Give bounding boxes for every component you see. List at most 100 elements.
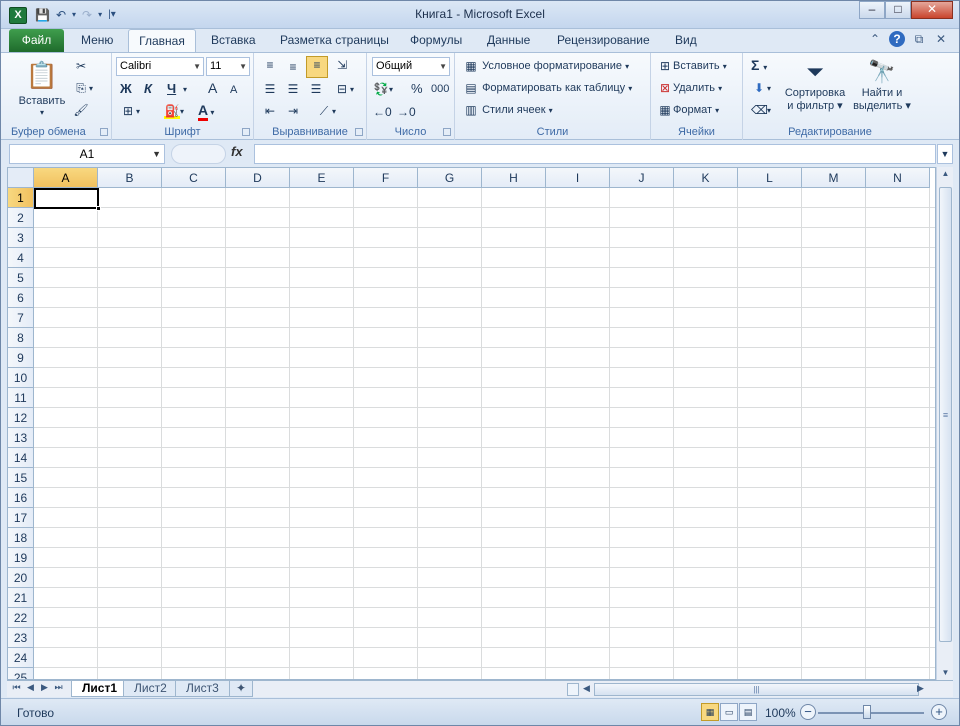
align-right-button[interactable]: ☰ — [308, 81, 324, 97]
row-header[interactable]: 19 — [8, 548, 34, 568]
zoom-level[interactable]: 100% — [765, 706, 796, 720]
increase-indent-button[interactable]: ⇥ — [285, 103, 301, 119]
insert-sheet-icon[interactable]: ✦ — [229, 681, 254, 697]
align-bottom-button[interactable]: ≡ — [306, 56, 328, 78]
row-header[interactable]: 17 — [8, 508, 34, 528]
percent-button[interactable]: % — [411, 81, 423, 97]
bold-button[interactable]: Ж — [120, 81, 132, 97]
orientation-button[interactable]: ⟋ ▾ — [316, 103, 336, 120]
close-workbook-icon[interactable]: ✕ — [933, 31, 949, 47]
row-header[interactable]: 10 — [8, 368, 34, 388]
fill-handle[interactable] — [96, 206, 101, 211]
row-header[interactable]: 3 — [8, 228, 34, 248]
underline-button[interactable]: Ч — [167, 81, 176, 97]
row-header[interactable]: 1 — [8, 188, 34, 208]
alignment-launcher-icon[interactable] — [355, 128, 363, 136]
restore-workbook-icon[interactable]: ⧉ — [911, 31, 927, 47]
column-header[interactable]: K — [674, 168, 738, 188]
tab-file[interactable]: Файл — [9, 29, 64, 52]
clear-button[interactable]: ⌫▾ — [751, 102, 771, 119]
column-header[interactable]: A — [34, 168, 98, 188]
sheet-tab-2[interactable]: Лист2 — [123, 681, 178, 697]
tab-review[interactable]: Рецензирование — [553, 29, 654, 52]
select-all-button[interactable] — [8, 168, 34, 188]
active-cell[interactable] — [34, 188, 99, 209]
fill-button[interactable]: ⬇ ▾ — [751, 80, 771, 97]
zoom-slider-knob[interactable] — [863, 705, 871, 719]
conditional-formatting-button[interactable]: ▦ Условное форматирование ▾ — [463, 58, 629, 75]
worksheet-grid[interactable]: ABCDEFGHIJKLMN 1 2 3 4 5 6 7 8 9 10 11 12 13 14 15 16 17… — [7, 167, 936, 680]
cut-button[interactable]: ✂ — [73, 58, 89, 74]
last-sheet-icon[interactable]: ⏭ — [53, 682, 64, 693]
row-header[interactable]: 20 — [8, 568, 34, 588]
row-header[interactable]: 5 — [8, 268, 34, 288]
minimize-button[interactable]: – — [859, 1, 885, 19]
fill-color-button[interactable]: ⛽▾ — [164, 103, 184, 120]
page-layout-view-icon[interactable]: ▭ — [720, 703, 738, 721]
zoom-out-icon[interactable]: − — [800, 704, 816, 720]
wrap-text-button[interactable]: ⇲ — [334, 57, 350, 73]
horizontal-scroll-thumb[interactable]: ||| — [594, 683, 919, 696]
scroll-right-icon[interactable]: ▶ — [915, 683, 926, 694]
cells-area[interactable] — [34, 188, 935, 679]
borders-button[interactable]: ⊞ ▾ — [120, 103, 140, 120]
align-left-button[interactable]: ☰ — [262, 81, 278, 97]
format-painter-button[interactable]: 🖌 — [73, 102, 89, 118]
row-header[interactable]: 12 — [8, 408, 34, 428]
column-header[interactable]: L — [738, 168, 802, 188]
font-name-select[interactable]: Calibri ▼ — [116, 57, 204, 76]
font-size-select[interactable]: 11 ▼ — [206, 57, 250, 76]
row-header[interactable]: 11 — [8, 388, 34, 408]
vertical-scroll-thumb[interactable]: ≡ — [939, 187, 952, 642]
row-header[interactable]: 23 — [8, 628, 34, 648]
row-header[interactable]: 14 — [8, 448, 34, 468]
column-header[interactable]: J — [610, 168, 674, 188]
row-header[interactable]: 8 — [8, 328, 34, 348]
increase-decimal-button[interactable]: ←0 — [373, 103, 392, 120]
decrease-decimal-button[interactable]: →0 — [397, 103, 416, 120]
column-header[interactable]: B — [98, 168, 162, 188]
shrink-font-button[interactable]: A — [230, 82, 237, 98]
vertical-scrollbar[interactable]: ▲ ≡ ▼ — [936, 167, 953, 680]
align-middle-button[interactable]: ≡ — [285, 59, 301, 75]
formula-splitter[interactable] — [171, 144, 226, 164]
italic-button[interactable]: К — [144, 81, 152, 97]
tab-split-handle[interactable] — [567, 683, 579, 696]
row-header[interactable]: 2 — [8, 208, 34, 228]
scroll-up-icon[interactable]: ▲ — [937, 167, 954, 181]
column-header[interactable]: F — [354, 168, 418, 188]
font-launcher-icon[interactable] — [242, 128, 250, 136]
row-header[interactable]: 15 — [8, 468, 34, 488]
clipboard-launcher-icon[interactable] — [100, 128, 108, 136]
tab-page-layout[interactable]: Разметка страницы — [276, 29, 393, 52]
prev-sheet-icon[interactable]: ◀ — [25, 682, 36, 693]
close-button[interactable]: ✕ — [911, 1, 953, 19]
row-header[interactable]: 22 — [8, 608, 34, 628]
paste-button[interactable]: 📋 Вставить ▾ — [15, 57, 69, 117]
column-header[interactable]: E — [290, 168, 354, 188]
cell-styles-button[interactable]: ▥ Стили ячеек ▾ — [463, 102, 552, 119]
font-color-button[interactable]: A ▾ — [198, 102, 214, 121]
column-header[interactable]: H — [482, 168, 546, 188]
delete-cells-button[interactable]: ⊠ Удалить ▾ — [657, 80, 722, 97]
sheet-tab-3[interactable]: Лист3 — [175, 681, 230, 697]
row-header[interactable]: 9 — [8, 348, 34, 368]
number-launcher-icon[interactable] — [443, 128, 451, 136]
insert-cells-button[interactable]: ⊞ Вставить ▾ — [657, 58, 727, 75]
expand-formula-bar-icon[interactable]: ▼ — [937, 144, 953, 164]
tab-formulas[interactable]: Формулы — [406, 29, 466, 52]
next-sheet-icon[interactable]: ▶ — [39, 682, 50, 693]
row-header[interactable]: 25 — [8, 668, 34, 679]
sheet-tab-1[interactable]: Лист1 — [71, 681, 129, 697]
currency-button[interactable]: 💱▾ — [373, 81, 394, 98]
row-header[interactable]: 16 — [8, 488, 34, 508]
column-header[interactable]: G — [418, 168, 482, 188]
row-header[interactable]: 18 — [8, 528, 34, 548]
column-header[interactable]: C — [162, 168, 226, 188]
tab-home[interactable]: Главная — [128, 29, 196, 53]
tab-view[interactable]: Вид — [671, 29, 701, 52]
row-header[interactable]: 21 — [8, 588, 34, 608]
maximize-button[interactable]: □ — [885, 1, 911, 19]
help-icon[interactable]: ? — [889, 31, 905, 47]
normal-view-icon[interactable]: ▦ — [701, 703, 719, 721]
